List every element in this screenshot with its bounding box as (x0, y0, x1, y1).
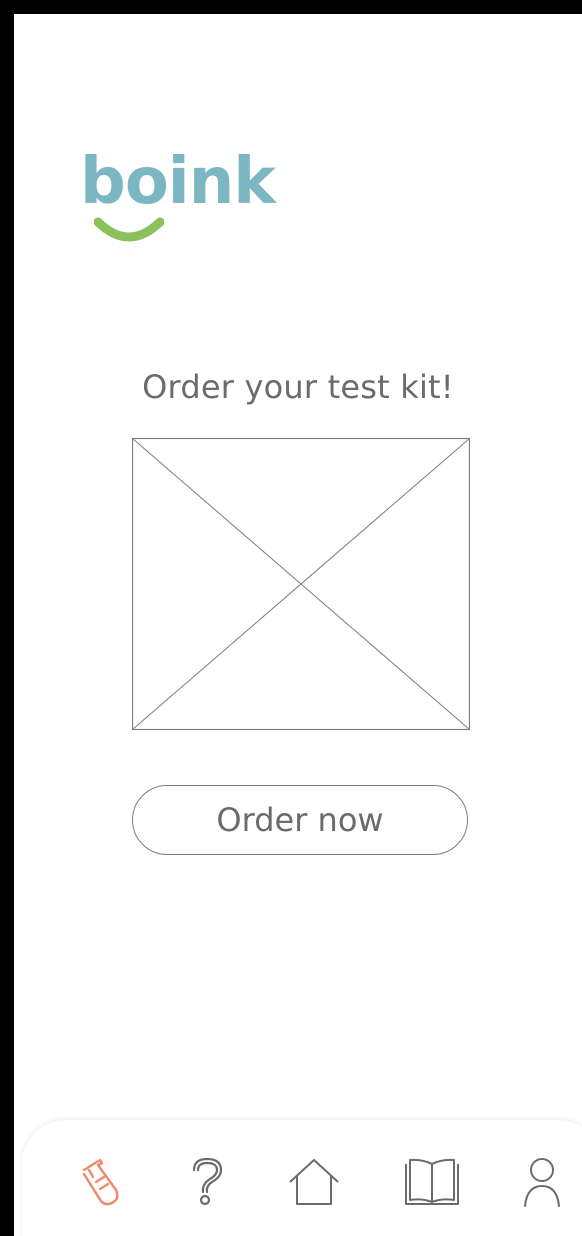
nav-library[interactable] (402, 1152, 462, 1212)
phone-screen: boink Order your test kit! Order now (14, 14, 582, 1236)
page-title: Order your test kit! (142, 368, 454, 406)
app-logo: boink (80, 142, 292, 260)
nav-profile[interactable] (512, 1152, 572, 1212)
nav-test-kit[interactable] (72, 1152, 132, 1212)
order-now-button[interactable]: Order now (132, 785, 468, 855)
test-tube-icon (82, 1158, 119, 1206)
nav-help[interactable] (178, 1152, 238, 1212)
kit-image-placeholder (132, 438, 470, 730)
book-icon (405, 1158, 459, 1205)
bottom-navigation (22, 1120, 582, 1236)
nav-home[interactable] (284, 1152, 344, 1212)
logo-wordmark: boink (80, 145, 276, 219)
home-icon (289, 1159, 339, 1205)
profile-icon (524, 1158, 560, 1207)
question-mark-icon (192, 1157, 223, 1206)
logo-smile-icon (94, 217, 164, 242)
